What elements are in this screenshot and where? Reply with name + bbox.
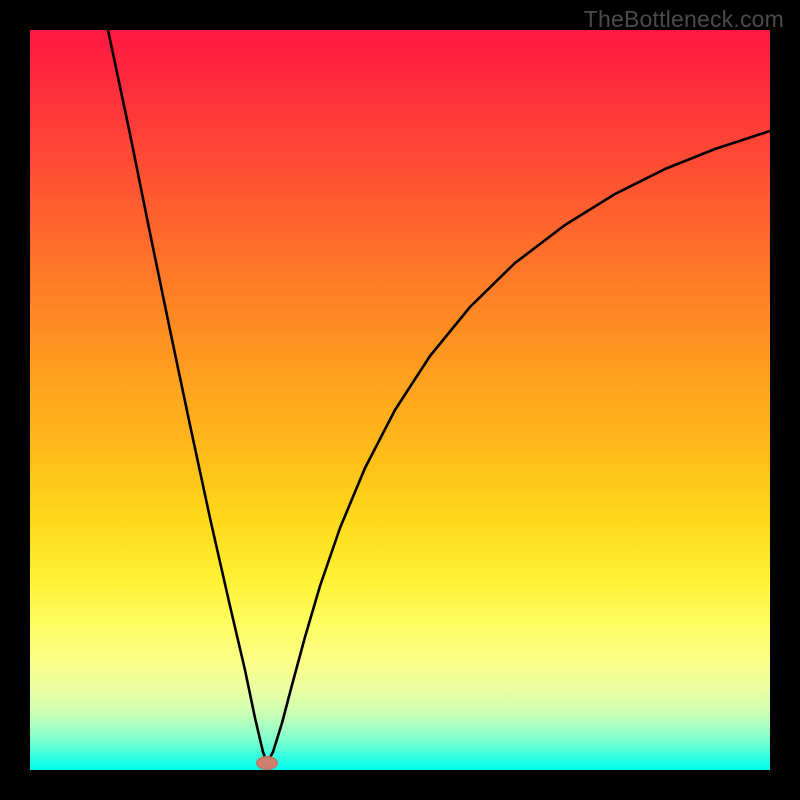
- watermark-text: TheBottleneck.com: [584, 6, 784, 33]
- minimum-marker: [256, 756, 278, 770]
- curve-path: [108, 30, 770, 763]
- bottleneck-curve: [30, 30, 770, 770]
- plot-area: [30, 30, 770, 770]
- chart-frame: TheBottleneck.com: [0, 0, 800, 800]
